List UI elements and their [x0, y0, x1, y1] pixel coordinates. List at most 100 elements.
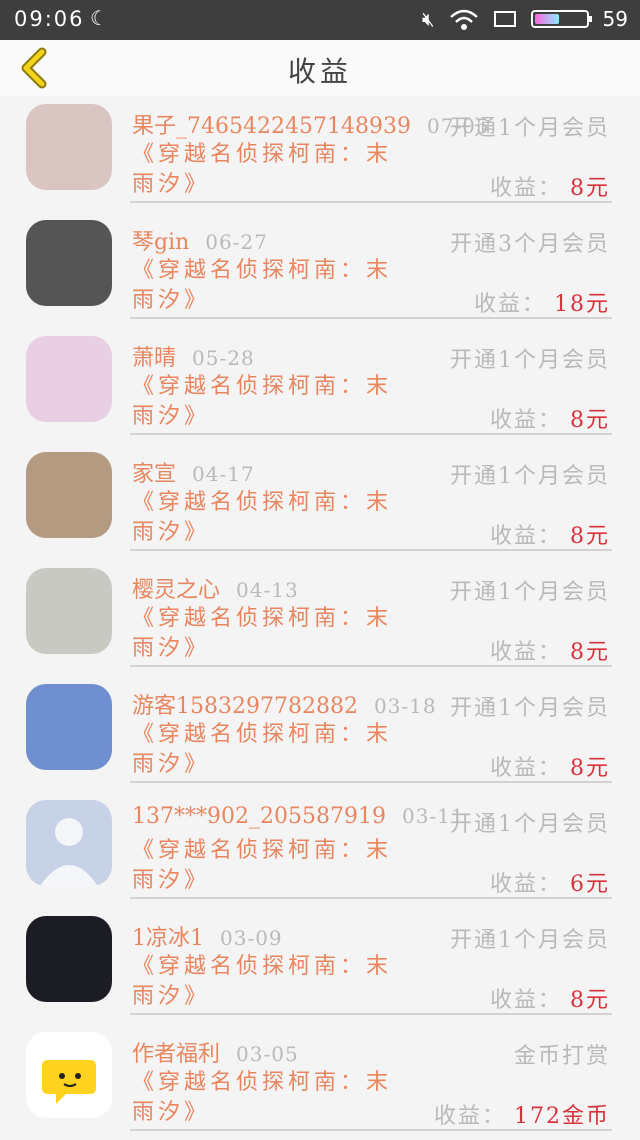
plan-label: 开通1个月会员: [450, 928, 610, 953]
list-item[interactable]: 1凉冰1 03-09 开通1个月会员 《穿越名侦探柯南：末雨汐》 收益： 8元: [0, 908, 640, 1024]
user-name: 樱灵之心: [132, 578, 221, 603]
list-item[interactable]: 果子_7465422457148939 07-05 开通1个月会员 《穿越名侦探柯…: [0, 96, 640, 212]
page-title: 收益: [287, 55, 352, 88]
user-name: 137***902_205587919: [132, 804, 386, 829]
divider: [130, 317, 612, 319]
plan-label: 开通1个月会员: [450, 348, 610, 373]
avatar: [26, 684, 112, 770]
divider: [130, 1129, 612, 1131]
earnings-amount: 8元: [570, 756, 610, 781]
order-date: 03-18: [373, 694, 437, 718]
plan-label: 金币打赏: [513, 1044, 610, 1069]
earnings-label: 收益：: [489, 524, 562, 549]
earnings: 收益： 172金币: [434, 1098, 610, 1130]
earnings-amount: 8元: [570, 524, 610, 549]
earnings-amount: 8元: [570, 988, 610, 1013]
user-line: 家宣 04-17: [132, 456, 255, 488]
earnings: 收益： 18元: [474, 286, 610, 318]
list-item[interactable]: 萧晴 05-28 开通1个月会员 《穿越名侦探柯南：末雨汐》 收益： 8元: [0, 328, 640, 444]
book-title: 《穿越名侦探柯南：末雨汐》: [132, 1070, 393, 1125]
plan-label: 开通1个月会员: [450, 696, 610, 721]
earnings: 收益： 8元: [490, 518, 610, 550]
earnings: 收益： 8元: [490, 634, 610, 666]
plan-label: 开通3个月会员: [450, 232, 610, 257]
plan-label: 开通1个月会员: [450, 464, 610, 489]
book-title: 《穿越名侦探柯南：末雨汐》: [132, 722, 393, 777]
divider: [130, 665, 612, 667]
screen-rotate-icon: [493, 11, 516, 27]
avatar: [26, 104, 112, 190]
earnings-amount: 8元: [570, 408, 610, 433]
earnings: 收益： 8元: [490, 750, 610, 782]
order-date: 03-09: [220, 926, 283, 950]
battery-icon: [530, 10, 592, 28]
book-title: 《穿越名侦探柯南：末雨汐》: [132, 490, 393, 545]
earnings-label: 收益：: [489, 988, 562, 1013]
title-bar: 收益: [0, 40, 640, 96]
earnings: 收益： 6元: [490, 866, 610, 898]
earnings-label: 收益：: [489, 756, 562, 781]
plan-label: 开通1个月会员: [450, 580, 610, 605]
earnings-label: 收益：: [433, 1104, 506, 1129]
user-line: 作者福利 03-05: [132, 1036, 299, 1068]
book-title: 《穿越名侦探柯南：末雨汐》: [132, 838, 393, 893]
moon-icon: ☾: [90, 6, 108, 30]
status-bar: 09:06 ☾ 🔇︎ 59: [0, 0, 640, 40]
divider: [130, 549, 612, 551]
avatar: [26, 452, 112, 538]
user-name: 游客1583297782882: [132, 694, 358, 719]
avatar: [26, 336, 112, 422]
avatar: [26, 568, 112, 654]
plan-label: 开通1个月会员: [450, 116, 610, 141]
user-line: 137***902_205587919 03-11: [132, 804, 465, 829]
earnings: 收益： 8元: [490, 402, 610, 434]
earnings-amount: 18元: [554, 292, 610, 317]
user-name: 果子_7465422457148939: [132, 114, 411, 139]
book-title: 《穿越名侦探柯南：末雨汐》: [132, 258, 393, 313]
list-item[interactable]: 作者福利 03-05 金币打赏 《穿越名侦探柯南：末雨汐》 收益： 172金币: [0, 1024, 640, 1140]
divider: [130, 433, 612, 435]
avatar: [26, 1032, 112, 1118]
divider: [130, 897, 612, 899]
status-icons: 🔇︎ 59: [422, 7, 628, 31]
order-date: 03-05: [236, 1042, 299, 1066]
mute-icon: 🔇︎: [421, 7, 435, 31]
status-time: 09:06: [14, 7, 85, 31]
earnings-label: 收益：: [489, 176, 562, 201]
list-item[interactable]: 家宣 04-17 开通1个月会员 《穿越名侦探柯南：末雨汐》 收益： 8元: [0, 444, 640, 560]
order-date: 05-28: [192, 346, 255, 370]
earnings-amount: 8元: [570, 640, 610, 665]
earnings-amount: 6元: [570, 872, 610, 897]
user-name: 家宣: [132, 462, 177, 487]
list-item[interactable]: 137***902_205587919 03-11 开通1个月会员 《穿越名侦探柯…: [0, 792, 640, 908]
earnings-amount: 172金币: [514, 1104, 610, 1129]
book-title: 《穿越名侦探柯南：末雨汐》: [132, 606, 393, 661]
avatar: [26, 800, 112, 886]
earnings: 收益： 8元: [490, 982, 610, 1014]
user-line: 游客1583297782882 03-18: [132, 688, 437, 720]
user-name: 作者福利: [132, 1042, 221, 1067]
user-line: 萧晴 05-28: [132, 340, 255, 372]
user-name: 萧晴: [132, 346, 177, 371]
order-date: 06-27: [205, 230, 268, 254]
earnings-label: 收益：: [489, 640, 562, 665]
user-line: 樱灵之心 04-13: [132, 572, 299, 604]
list-item[interactable]: 樱灵之心 04-13 开通1个月会员 《穿越名侦探柯南：末雨汐》 收益： 8元: [0, 560, 640, 676]
order-date: 04-17: [192, 462, 255, 486]
list-item[interactable]: 游客1583297782882 03-18 开通1个月会员 《穿越名侦探柯南：末雨…: [0, 676, 640, 792]
list-item[interactable]: 琴gin 06-27 开通3个月会员 《穿越名侦探柯南：末雨汐》 收益： 18元: [0, 212, 640, 328]
divider: [130, 781, 612, 783]
book-title: 《穿越名侦探柯南：末雨汐》: [132, 954, 393, 1009]
earnings-label: 收益：: [473, 292, 546, 317]
battery-level: 59: [602, 7, 628, 31]
book-title: 《穿越名侦探柯南：末雨汐》: [132, 142, 393, 197]
earnings: 收益： 8元: [490, 170, 610, 202]
plan-label: 开通1个月会员: [450, 812, 610, 837]
book-title: 《穿越名侦探柯南：末雨汐》: [132, 374, 393, 429]
divider: [130, 201, 612, 203]
wifi-icon: [449, 9, 478, 30]
avatar: [26, 220, 112, 306]
earnings-amount: 8元: [570, 176, 610, 201]
divider: [130, 1013, 612, 1015]
user-name: 琴gin: [132, 230, 190, 255]
